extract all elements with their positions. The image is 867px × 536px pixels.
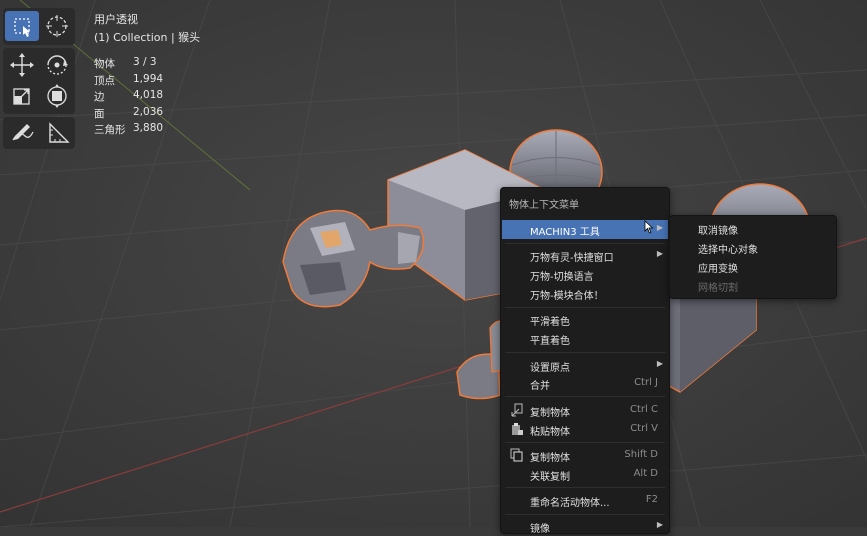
submenu-item-mesh-cut: 网格切割 (671, 276, 835, 295)
submenu-arrow-icon: ▶ (656, 359, 663, 368)
measure-icon (49, 122, 70, 143)
duplicate-icon (510, 448, 523, 462)
menu-item-set-origin[interactable]: 设置原点 ▶ (502, 356, 668, 375)
stat-label: 物体 (94, 58, 115, 70)
rotate-tool[interactable] (40, 50, 74, 80)
menu-item-shade-smooth[interactable]: 平滑着色 (502, 310, 668, 329)
submenu-item-label: 应用变换 (698, 264, 738, 275)
submenu-item-cancel-mirror[interactable]: 取消镜像 (671, 219, 835, 238)
mouse-pointer-icon (644, 220, 654, 234)
submenu-arrow-icon: ▶ (656, 223, 663, 232)
transform-tool[interactable] (40, 81, 74, 111)
menu-item-label: 设置原点 (530, 363, 570, 374)
menu-item-duplicate[interactable]: 复制物体 Shift D (502, 446, 668, 465)
menu-item-shortcut: F2 (645, 494, 658, 505)
stat-label: 面 (94, 108, 105, 120)
toolbar-group-1 (3, 8, 75, 45)
submenu-arrow-icon: ▶ (656, 249, 663, 258)
menu-item-label: 合并 (530, 381, 550, 392)
menu-item-label: 平直着色 (530, 336, 570, 347)
menu-item-label: 万物有灵-快捷窗口 (530, 253, 614, 264)
submenu-item-apply-transform[interactable]: 应用变换 (671, 257, 835, 276)
menu-item-label: MACHIN3 工具 (530, 227, 600, 238)
menu-item-shortcut: Ctrl C (630, 404, 658, 415)
copy-icon (511, 403, 523, 417)
stat-value: 3 / 3 (133, 56, 157, 68)
select-box-icon (14, 18, 30, 37)
menu-item-rename-active[interactable]: 重命名活动物体... F2 (502, 491, 668, 510)
menu-item-paste-objects[interactable]: 粘贴物体 Ctrl V (502, 420, 668, 439)
stat-value: 4,018 (133, 89, 164, 101)
menu-item-shortcut: Ctrl J (634, 377, 658, 388)
stat-label: 边 (94, 91, 105, 103)
menu-separator (505, 352, 665, 353)
move-tool[interactable] (5, 50, 39, 80)
collection-info: (1) Collection | 猴头 (94, 31, 201, 44)
submenu-item-label: 选择中心对象 (698, 245, 758, 256)
submenu-item-select-center[interactable]: 选择中心对象 (671, 238, 835, 257)
object-context-menu: 物体上下文菜单 MACHIN3 工具 ▶ 万物有灵-快捷窗口 ▶ 万物-切换语言… (500, 187, 670, 535)
paste-icon (512, 423, 523, 435)
menu-item-label: 镜像 (530, 524, 550, 535)
menu-separator (505, 487, 665, 488)
stat-label: 顶点 (94, 75, 115, 87)
menu-item-label: 平滑着色 (530, 317, 570, 328)
menu-title: 物体上下文菜单 (509, 200, 579, 211)
stat-value: 1,994 (133, 73, 164, 85)
menu-item-switch-language[interactable]: 万物-切换语言 (502, 265, 668, 284)
measure-tool[interactable] (40, 118, 74, 148)
annotate-tool[interactable] (5, 118, 39, 148)
scale-tool[interactable] (5, 81, 39, 111)
menu-item-join[interactable]: 合并 Ctrl J (502, 374, 668, 393)
menu-item-copy-objects[interactable]: 复制物体 Ctrl C (502, 401, 668, 420)
select-box-tool[interactable] (5, 11, 39, 41)
menu-separator (505, 307, 665, 308)
toolbar-group-2 (3, 48, 75, 114)
menu-separator (505, 514, 665, 515)
menu-item-quick-window[interactable]: 万物有灵-快捷窗口 ▶ (502, 246, 668, 265)
menu-item-label: 重命名活动物体... (530, 498, 610, 509)
stat-value: 3,880 (133, 122, 164, 134)
menu-item-shortcut: Shift D (624, 449, 658, 460)
submenu-arrow-icon: ▶ (656, 520, 663, 529)
submenu-item-label: 网格切割 (698, 283, 738, 294)
submenu-item-label: 取消镜像 (698, 226, 738, 237)
cursor-tool[interactable] (40, 11, 74, 41)
menu-item-label: 复制物体 (530, 453, 570, 464)
menu-item-shade-flat[interactable]: 平直着色 (502, 329, 668, 348)
menu-item-label: 粘贴物体 (530, 427, 570, 438)
stat-value: 2,036 (133, 106, 164, 118)
cursor-icon (46, 15, 68, 37)
menu-item-linked-duplicate[interactable]: 关联复制 Alt D (502, 465, 668, 484)
stat-label: 三角形 (94, 124, 126, 136)
menu-item-shortcut: Ctrl V (630, 423, 658, 434)
transform-icon (47, 84, 67, 108)
rotate-icon (47, 55, 68, 75)
menu-item-label: 关联复制 (530, 472, 570, 483)
menu-item-module-combine[interactable]: 万物-模块合体！ (502, 284, 668, 303)
menu-item-label: 复制物体 (530, 408, 570, 419)
toolbar-group-3 (3, 117, 75, 149)
move-icon (10, 53, 34, 77)
menu-item-shortcut: Alt D (633, 468, 658, 479)
menu-item-label: 万物-模块合体！ (530, 291, 604, 302)
machin3-submenu: 取消镜像 选择中心对象 应用变换 网格切割 (669, 215, 837, 299)
menu-separator (505, 243, 665, 244)
menu-item-label: 万物-切换语言 (530, 272, 594, 283)
menu-separator (505, 442, 665, 443)
annotate-icon (12, 124, 34, 141)
scale-icon (13, 88, 30, 105)
menu-separator (505, 396, 665, 397)
view-name: 用户透视 (94, 13, 138, 26)
